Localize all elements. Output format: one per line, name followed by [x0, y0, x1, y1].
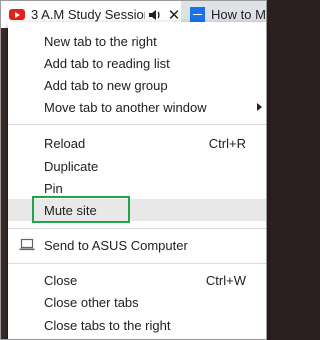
menu-separator [8, 228, 266, 229]
submenu-arrow-icon [257, 103, 262, 111]
youtube-icon [9, 9, 25, 20]
menu-item-label: Add tab to reading list [44, 55, 170, 71]
page-background [0, 28, 7, 340]
menu-item-close-tabs-right[interactable]: Close tabs to the right [8, 314, 266, 336]
menu-item-label: Pin [44, 180, 63, 196]
laptop-icon [19, 238, 35, 251]
menu-item-label: Reload [44, 135, 86, 151]
menu-item-duplicate[interactable]: Duplicate [8, 155, 266, 177]
menu-item-new-tab-right[interactable]: New tab to the right [8, 30, 266, 52]
menu-item-shortcut: Ctrl+W [205, 272, 246, 288]
blue-favicon-icon [190, 7, 205, 22]
menu-item-label: Add tab to new group [44, 77, 168, 93]
menu-item-label: Send to ASUS Computer [44, 237, 188, 253]
menu-item-add-new-group[interactable]: Add tab to new group [8, 74, 266, 96]
menu-item-label: New tab to the right [44, 33, 157, 49]
speaker-icon[interactable] [147, 7, 163, 23]
menu-item-add-reading-list[interactable]: Add tab to reading list [8, 52, 266, 74]
close-tab-icon[interactable]: ✕ [167, 6, 181, 24]
menu-item-label: Close other tabs [44, 294, 139, 310]
tab-title: 3 A.M Study Session [31, 7, 145, 22]
menu-item-close[interactable]: Close Ctrl+W [8, 269, 266, 291]
menu-item-label: Duplicate [44, 158, 99, 174]
menu-item-shortcut: Ctrl+R [208, 135, 246, 151]
menu-separator [8, 124, 266, 125]
menu-item-reload[interactable]: Reload Ctrl+R [8, 132, 266, 154]
menu-separator [8, 263, 266, 264]
menu-item-label: Close tabs to the right [44, 317, 171, 333]
menu-item-send-to-device[interactable]: Send to ASUS Computer [8, 234, 266, 256]
menu-item-label: Close [44, 272, 78, 288]
highlight-box [32, 196, 130, 223]
tab-title: How to Mute [211, 7, 267, 22]
menu-item-close-other-tabs[interactable]: Close other tabs [8, 291, 266, 313]
menu-item-move-tab-window[interactable]: Move tab to another window [8, 96, 266, 118]
tab-context-menu: New tab to the right Add tab to reading … [8, 22, 266, 340]
menu-item-label: Move tab to another window [44, 99, 207, 115]
